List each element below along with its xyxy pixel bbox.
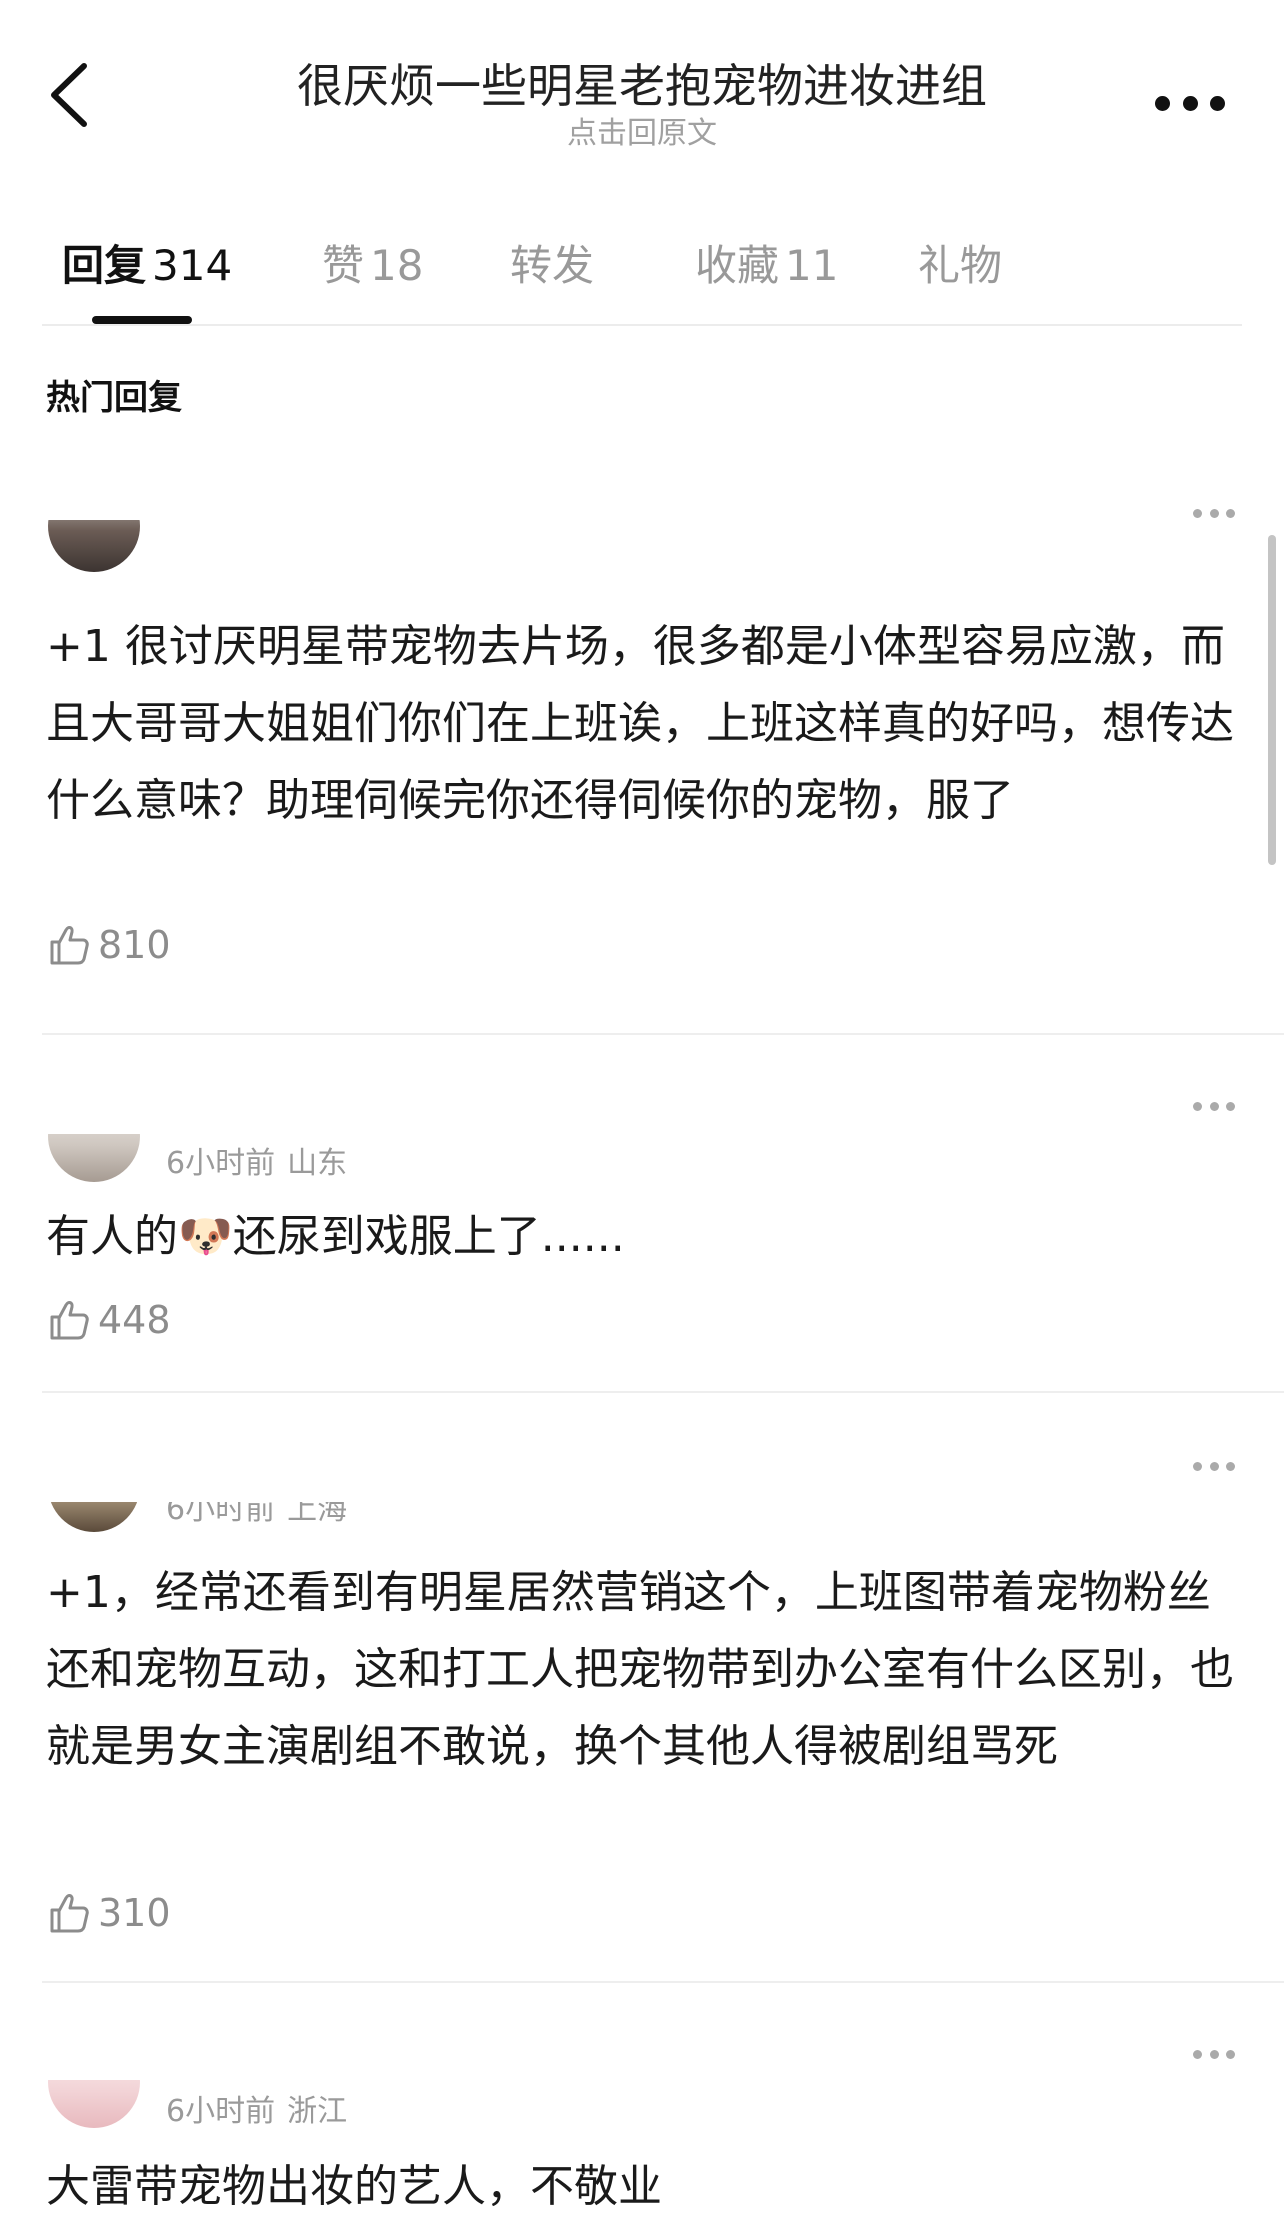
tab-reposts[interactable]: 转发 xyxy=(510,232,594,293)
tab-gifts[interactable]: 礼物 xyxy=(918,232,1002,293)
comment-text: 有人的🐶还尿到戏服上了...... xyxy=(46,1211,625,1262)
comment-divider xyxy=(42,1981,1284,1983)
hot-replies-heading: 热门回复 xyxy=(46,378,182,418)
comment-meta: 6小时前 上海 xyxy=(166,1502,348,1527)
comment-divider xyxy=(42,1391,1284,1393)
dog-emoji-icon: 🐶 xyxy=(178,1211,233,1262)
comment-more-icon[interactable] xyxy=(1193,1460,1235,1472)
comment-divider xyxy=(42,1033,1284,1035)
thumbs-up-icon xyxy=(50,926,89,965)
thumbs-up-icon xyxy=(50,1301,89,1340)
like-button[interactable]: 310 xyxy=(46,1888,171,1938)
comment-more-icon[interactable] xyxy=(1193,2048,1235,2060)
back-chevron-icon[interactable] xyxy=(40,60,100,130)
comment-meta: 6小时前 浙江 xyxy=(166,2094,348,2129)
comment-text: +1 很讨厌明星带宠物去片场，很多都是小体型容易应激，而且大哥哥大姐姐们你们在上… xyxy=(46,621,1234,826)
comment-meta: 6小时前 山东 xyxy=(166,1146,348,1181)
like-button[interactable]: 810 xyxy=(46,920,171,970)
scrollbar[interactable] xyxy=(1268,535,1276,865)
tab-replies[interactable]: 回复 314 xyxy=(62,232,232,293)
page-title: 很厌烦一些明星老抱宠物进妆进组 xyxy=(297,59,987,113)
comment-more-icon[interactable] xyxy=(1193,507,1235,519)
tabs-divider xyxy=(42,324,1242,326)
tab-bar: 回复 314 赞 18 转发 收藏 11 礼物 xyxy=(0,220,1284,326)
tab-likes[interactable]: 赞 18 xyxy=(322,232,423,293)
comment-more-icon[interactable] xyxy=(1193,1100,1235,1112)
comment-text: +1，经常还看到有明星居然营销这个，上班图带着宠物粉丝还和宠物互动，这和打工人把… xyxy=(46,1567,1234,1772)
top-bar: 很厌烦一些明星老抱宠物进妆进组 点击回原文 xyxy=(0,0,1284,170)
thumbs-up-icon xyxy=(50,1894,89,1933)
more-options-icon[interactable] xyxy=(1155,92,1225,114)
comment-text: 大雷带宠物出妆的艺人，不敬业 xyxy=(46,2161,662,2212)
weibo-comments-page: 很厌烦一些明星老抱宠物进妆进组 点击回原文 回复 314 赞 18 转发 收藏 11 … xyxy=(0,0,1284,2236)
active-tab-indicator xyxy=(92,316,192,324)
tab-favorites[interactable]: 收藏 11 xyxy=(695,232,838,293)
like-button[interactable]: 448 xyxy=(46,1295,171,1345)
back-to-original-link[interactable]: 点击回原文 xyxy=(200,108,1084,152)
